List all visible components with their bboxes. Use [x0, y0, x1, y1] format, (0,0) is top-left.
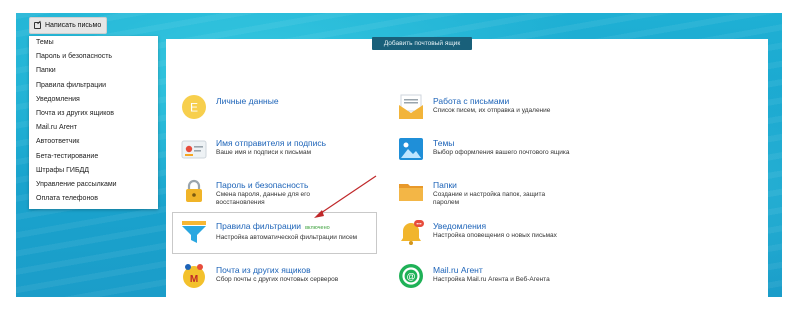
- card-desc: Смена пароля, данные для его восстановле…: [216, 191, 310, 206]
- menu-item-autoreply[interactable]: Автоответчик: [29, 135, 158, 149]
- folder-icon: [397, 177, 425, 205]
- menu-item-agent[interactable]: Mail.ru Агент: [29, 121, 158, 135]
- card-title[interactable]: Имя отправителя и подпись: [216, 138, 326, 148]
- svg-text:M: M: [190, 274, 198, 285]
- letter-e-icon: E: [180, 93, 208, 121]
- card-title[interactable]: Работа с письмами: [433, 96, 550, 106]
- settings-menu: Темы Пароль и безопасность Папки Правила…: [29, 36, 158, 209]
- card-mail-handling[interactable]: Работа с письмами Список писем, их отпра…: [397, 93, 550, 121]
- menu-item-notifications[interactable]: Уведомления: [29, 93, 158, 107]
- card-notifications[interactable]: ••• Уведомления Настройка оповещения о н…: [397, 218, 557, 246]
- card-password-security[interactable]: Пароль и безопасность Смена пароля, данн…: [180, 177, 348, 207]
- card-sender-name[interactable]: Имя отправителя и подпись Ваше имя и под…: [180, 135, 326, 163]
- card-desc: Список писем, их отправка и удаление: [433, 107, 551, 114]
- svg-text:@: @: [407, 272, 416, 282]
- card-title[interactable]: Папки: [433, 180, 563, 190]
- card-desc: Создание и настройка папок, защита парол…: [433, 191, 546, 206]
- lock-icon: [180, 177, 208, 205]
- card-desc: Настройка Mail.ru Агента и Веб-Агента: [433, 276, 550, 283]
- id-card-icon: [180, 135, 208, 163]
- card-desc: Настройка автоматической фильтрации писе…: [216, 234, 358, 241]
- card-desc: Выбор оформления вашего почтового ящика: [433, 149, 570, 156]
- card-title[interactable]: Mail.ru Агент: [433, 265, 550, 275]
- menu-item-filters[interactable]: Правила фильтрации: [29, 79, 158, 93]
- agent-icon: @: [397, 262, 425, 290]
- bell-icon: •••: [397, 218, 425, 246]
- menu-item-newsletters[interactable]: Управление рассылками: [29, 178, 158, 192]
- compose-button[interactable]: Написать письмо: [29, 17, 107, 34]
- card-agent[interactable]: @ Mail.ru Агент Настройка Mail.ru Агента…: [397, 262, 550, 290]
- menu-item-themes[interactable]: Темы: [29, 36, 158, 50]
- card-title[interactable]: Почта из других ящиков: [216, 265, 338, 275]
- menu-item-fines[interactable]: Штрафы ГИБДД: [29, 164, 158, 178]
- card-title-text[interactable]: Правила фильтрации: [216, 221, 301, 231]
- compose-label: Написать письмо: [45, 22, 102, 29]
- funnel-icon: [180, 218, 208, 246]
- card-desc: Настройка оповещения о новых письмах: [433, 232, 557, 239]
- card-desc: Сбор почты с других почтовых серверов: [216, 276, 339, 283]
- status-badge: включено: [305, 225, 330, 231]
- card-title[interactable]: Уведомления: [433, 221, 557, 231]
- card-filters[interactable]: Правила фильтрации включено Настройка авт…: [180, 218, 366, 246]
- card-themes[interactable]: Темы Выбор оформления вашего почтового я…: [397, 135, 570, 163]
- card-title[interactable]: Личные данные: [216, 96, 279, 106]
- mailbox-collect-icon: M: [180, 262, 208, 290]
- card-title[interactable]: Пароль и безопасность: [216, 180, 348, 190]
- pencil-icon: [34, 22, 41, 29]
- menu-item-folders[interactable]: Папки: [29, 64, 158, 78]
- menu-item-security[interactable]: Пароль и безопасность: [29, 50, 158, 64]
- settings-panel: [166, 39, 768, 297]
- envelope-icon: [397, 93, 425, 121]
- card-personal-data[interactable]: E Личные данные: [180, 93, 279, 121]
- svg-text:•••: •••: [416, 221, 422, 227]
- menu-item-beta[interactable]: Бета-тестирование: [29, 150, 158, 164]
- add-mailbox-button[interactable]: Добавить почтовый ящик: [372, 37, 472, 50]
- card-other-mailboxes[interactable]: M Почта из других ящиков Сбор почты с др…: [180, 262, 338, 290]
- svg-text:E: E: [190, 101, 198, 115]
- card-desc: Ваше имя и подписи к письмам: [216, 149, 312, 156]
- menu-item-payments[interactable]: Оплата телефонов: [29, 192, 158, 206]
- picture-icon: [397, 135, 425, 163]
- card-title[interactable]: Правила фильтрации включено: [216, 221, 366, 233]
- card-title[interactable]: Темы: [433, 138, 570, 148]
- card-folders[interactable]: Папки Создание и настройка папок, защита…: [397, 177, 563, 207]
- menu-item-collector[interactable]: Почта из других ящиков: [29, 107, 158, 121]
